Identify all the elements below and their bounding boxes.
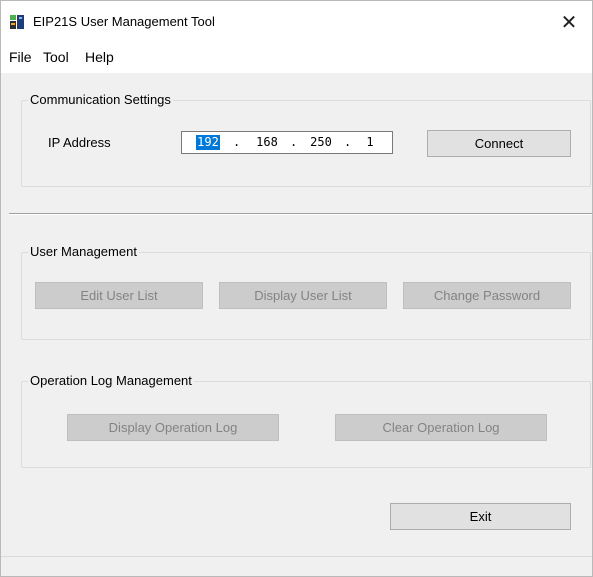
ip-dot-2: . (290, 135, 298, 149)
app-icon (9, 14, 25, 30)
operation-log-legend: Operation Log Management (28, 373, 194, 388)
display-user-list-button[interactable]: Display User List (219, 282, 387, 309)
status-divider (1, 556, 592, 557)
window-title: EIP21S User Management Tool (33, 14, 215, 29)
ip-address-label: IP Address (48, 135, 111, 150)
exit-button[interactable]: Exit (390, 503, 571, 530)
display-operation-log-button[interactable]: Display Operation Log (67, 414, 279, 441)
edit-user-list-button[interactable]: Edit User List (35, 282, 203, 309)
menu-file[interactable]: File (7, 49, 34, 65)
close-button[interactable]: ✕ (546, 1, 592, 43)
ip-octet-4[interactable]: 1 (360, 135, 380, 150)
ip-octet-1[interactable]: 192 (196, 135, 220, 150)
close-icon: ✕ (560, 11, 578, 34)
menu-tool[interactable]: Tool (41, 49, 71, 65)
menu-help[interactable]: Help (83, 49, 116, 65)
communication-settings-legend: Communication Settings (28, 92, 173, 107)
change-password-button[interactable]: Change Password (403, 282, 571, 309)
ip-dot-3: . (344, 135, 352, 149)
clear-operation-log-button[interactable]: Clear Operation Log (335, 414, 547, 441)
menu-bar: File Tool Help (1, 43, 592, 73)
section-separator (9, 213, 592, 215)
ip-octet-2[interactable]: 168 (252, 135, 282, 150)
ip-dot-1: . (233, 135, 241, 149)
app-window: EIP21S User Management Tool ✕ File Tool … (0, 0, 593, 577)
ip-address-field[interactable]: 192 . 168 . 250 . 1 (181, 131, 393, 154)
connect-button[interactable]: Connect (427, 130, 571, 157)
ip-octet-3[interactable]: 250 (306, 135, 336, 150)
user-management-legend: User Management (28, 244, 139, 259)
title-bar[interactable]: EIP21S User Management Tool ✕ (1, 1, 592, 43)
